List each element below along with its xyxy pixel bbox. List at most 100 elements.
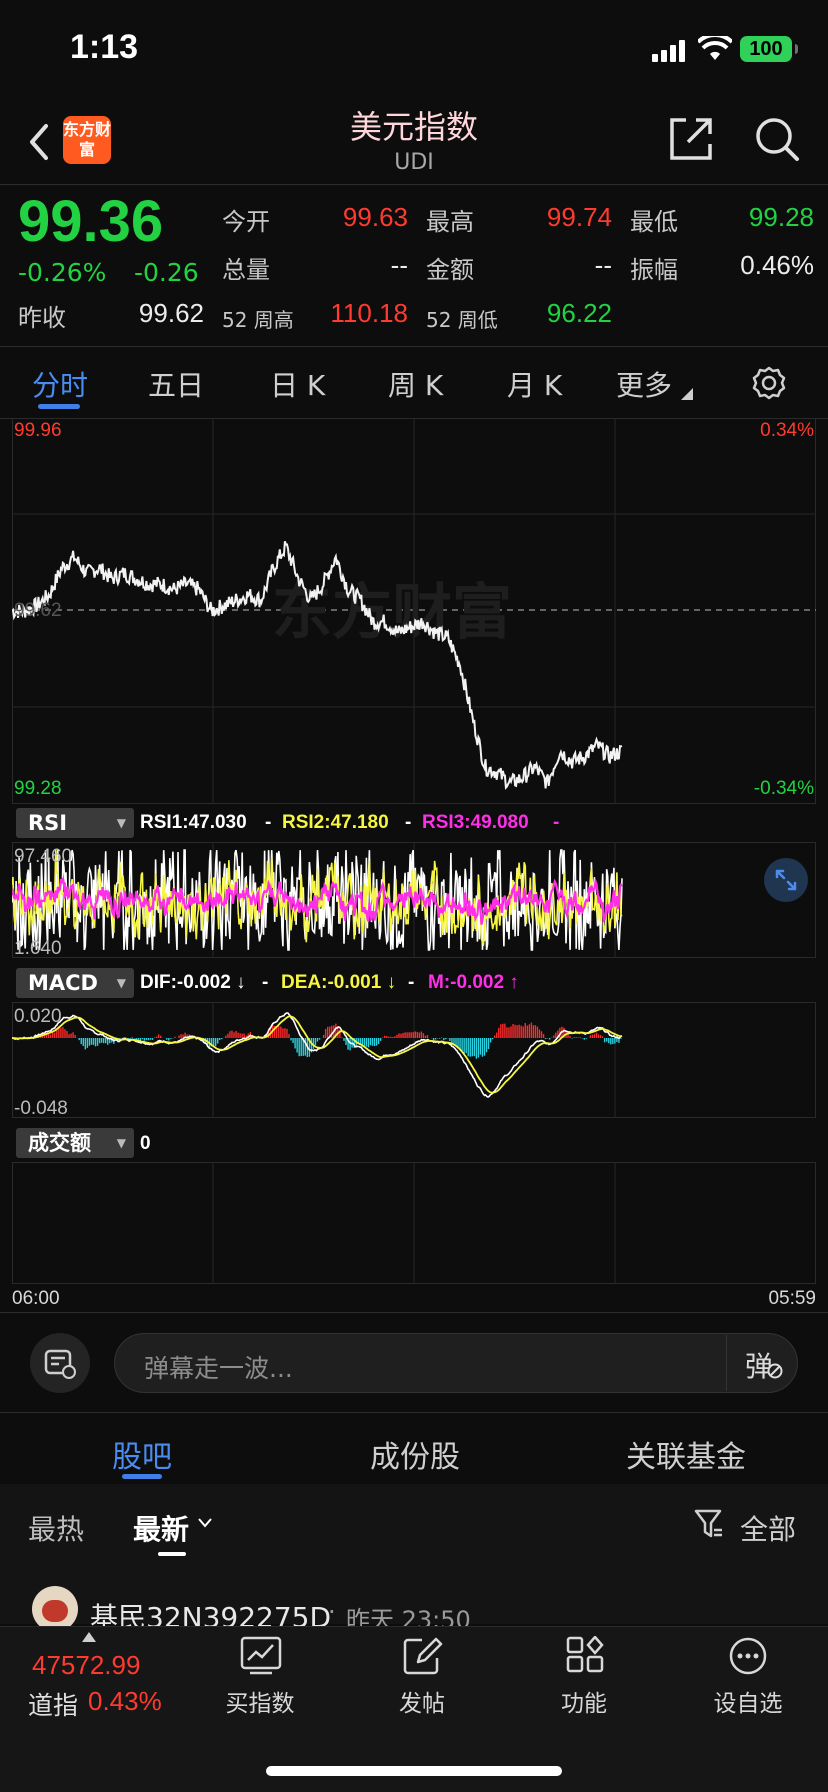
filter-latest[interactable]: 最新 <box>133 1508 189 1548</box>
amplitude-value: 0.46% <box>740 250 814 280</box>
watermark: 东方财富 <box>272 578 512 648</box>
divider <box>0 1312 828 1313</box>
divider <box>0 1412 828 1413</box>
danmu-off-icon <box>767 1363 783 1379</box>
home-indicator <box>266 1766 562 1776</box>
pct-axis-bottom: -0.34% <box>753 778 814 799</box>
filter-hot[interactable]: 最热 <box>28 1508 84 1548</box>
search-icon[interactable] <box>754 116 800 162</box>
wk52-low-label: 52 周低 <box>426 308 498 332</box>
amount-value: -- <box>594 250 612 280</box>
current-price: 99.36 <box>18 189 164 254</box>
tab-constituents[interactable]: 成份股 <box>370 1432 460 1476</box>
rsi-axis-bottom: 1.640 <box>14 938 62 959</box>
rsi-axis-top: 97.460 <box>14 846 73 867</box>
ticker-percent[interactable]: 0.43% <box>88 1686 162 1717</box>
rsi-sep1: - <box>265 812 272 833</box>
macd-axis-top: 0.020 <box>14 1006 62 1027</box>
time-axis-start: 06:00 <box>12 1288 60 1309</box>
wk52-high-label: 52 周高 <box>222 308 294 332</box>
chevron-down-icon[interactable] <box>198 1518 212 1528</box>
nav-buy-index-label: 买指数 <box>225 1691 295 1717</box>
prev-close-value: 99.62 <box>138 298 204 328</box>
nav-functions[interactable]: 功能 <box>524 1636 644 1746</box>
macd-axis-bottom: -0.048 <box>14 1098 68 1119</box>
rsi1-value: RSI1:47.030 <box>140 812 247 833</box>
nav-buy-index[interactable]: 买指数 <box>200 1636 320 1746</box>
pct-axis-top: 0.34% <box>760 420 814 441</box>
caret-up-icon <box>82 1632 96 1642</box>
filter-underline <box>158 1552 186 1556</box>
more-circle-icon <box>729 1637 767 1675</box>
change-percent: -0.26% <box>18 258 107 287</box>
open-value: 99.63 <box>342 202 408 232</box>
nav-add-watchlist[interactable]: 设自选 <box>688 1636 808 1746</box>
macd-dea: DEA:-0.001 ↓ <box>281 972 397 993</box>
volume-value: -- <box>390 250 408 280</box>
prev-close-label: 昨收 <box>18 304 66 332</box>
post-dot: · <box>328 1598 336 1626</box>
tab-more[interactable]: 更多 <box>616 364 672 404</box>
time-axis-end: 05:59 <box>768 1288 816 1309</box>
danmu-placeholder: 弹幕走一波... <box>144 1354 293 1383</box>
chart-trend-icon <box>240 1636 282 1675</box>
macd-sep1: - <box>262 972 269 993</box>
tab-5day[interactable]: 五日 <box>148 364 204 404</box>
danmu-toggle-button[interactable]: 弹 <box>726 1335 796 1391</box>
macd-histogram <box>13 1022 622 1059</box>
dea-line <box>12 1015 622 1094</box>
high-value: 99.74 <box>546 202 612 232</box>
wk52-low-value: 96.22 <box>546 298 612 328</box>
amplitude-label: 振幅 <box>630 256 678 284</box>
rsi-sep2: - <box>405 812 412 833</box>
share-icon[interactable] <box>668 116 714 162</box>
tab-related-funds[interactable]: 关联基金 <box>626 1432 746 1476</box>
grid-icon <box>566 1636 604 1673</box>
price-axis-top: 99.96 <box>14 420 62 441</box>
tab-underline <box>38 404 80 409</box>
tab-monthly-k[interactable]: 月 K <box>507 364 562 404</box>
rsi3-value: RSI3:49.080 <box>422 812 529 833</box>
ticker-value[interactable]: 47572.99 <box>32 1650 140 1681</box>
filter-icon[interactable] <box>694 1508 724 1540</box>
rsi2-value: RSI2:47.180 <box>282 812 389 833</box>
amount-label: 金额 <box>426 256 474 284</box>
turnover-value: 0 <box>140 1133 151 1154</box>
macd-chart <box>12 1002 623 1118</box>
turnover-selector[interactable]: 成交额 ▼ <box>16 1128 134 1158</box>
danmu-settings-button[interactable] <box>30 1333 90 1393</box>
tab-weekly-k[interactable]: 周 K <box>388 364 443 404</box>
tab-guba[interactable]: 股吧 <box>112 1432 172 1476</box>
section-tab-underline <box>122 1474 162 1479</box>
battery-icon: 100 <box>740 36 798 62</box>
macd-m: M:-0.002 ↑ <box>428 972 519 993</box>
tab-intraday[interactable]: 分时 <box>32 364 88 404</box>
nav-post[interactable]: 发帖 <box>362 1636 482 1746</box>
wifi-icon <box>698 36 732 60</box>
caret-down-icon <box>681 388 693 400</box>
nav-post-label: 发帖 <box>399 1691 445 1717</box>
low-value: 99.28 <box>748 202 814 232</box>
nav-functions-label: 功能 <box>561 1691 607 1717</box>
filter-all[interactable]: 全部 <box>740 1508 796 1548</box>
danmu-settings-icon <box>44 1349 76 1379</box>
macd-selector[interactable]: MACD ▼ <box>16 968 134 998</box>
wk52-high-value: 110.18 <box>330 298 408 328</box>
status-time: 1:13 <box>70 28 139 66</box>
rsi-chart <box>12 842 623 958</box>
nav-add-watchlist-label: 设自选 <box>713 1691 783 1717</box>
tab-daily-k[interactable]: 日 K <box>270 364 325 404</box>
volume-label: 总量 <box>222 256 270 284</box>
ticker-name[interactable]: 道指 <box>28 1686 78 1722</box>
gear-icon[interactable] <box>752 366 786 400</box>
high-label: 最高 <box>426 208 474 236</box>
divider <box>0 346 828 347</box>
macd-dif: DIF:-0.002 ↓ <box>140 972 246 993</box>
macd-sep2: - <box>408 972 415 993</box>
turnover-chart <box>212 1162 616 1284</box>
price-chart: 东方财富 <box>12 418 816 804</box>
expand-icon[interactable] <box>764 858 808 902</box>
edit-icon <box>403 1637 443 1675</box>
rsi-selector[interactable]: RSI ▼ <box>16 808 134 838</box>
low-label: 最低 <box>630 208 678 236</box>
